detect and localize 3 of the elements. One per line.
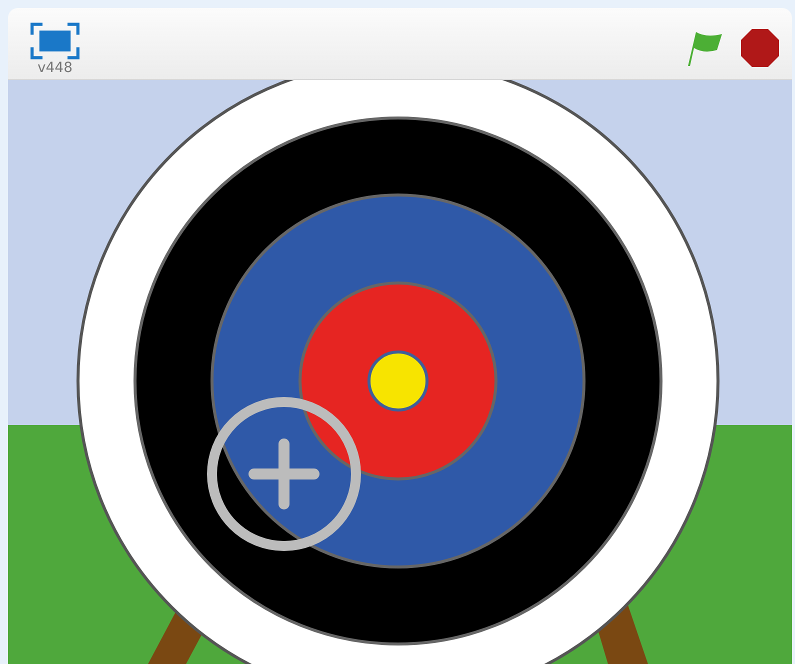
version-label: v448 bbox=[37, 60, 72, 76]
stop-icon[interactable] bbox=[740, 28, 780, 68]
fullscreen-icon[interactable] bbox=[30, 22, 80, 60]
